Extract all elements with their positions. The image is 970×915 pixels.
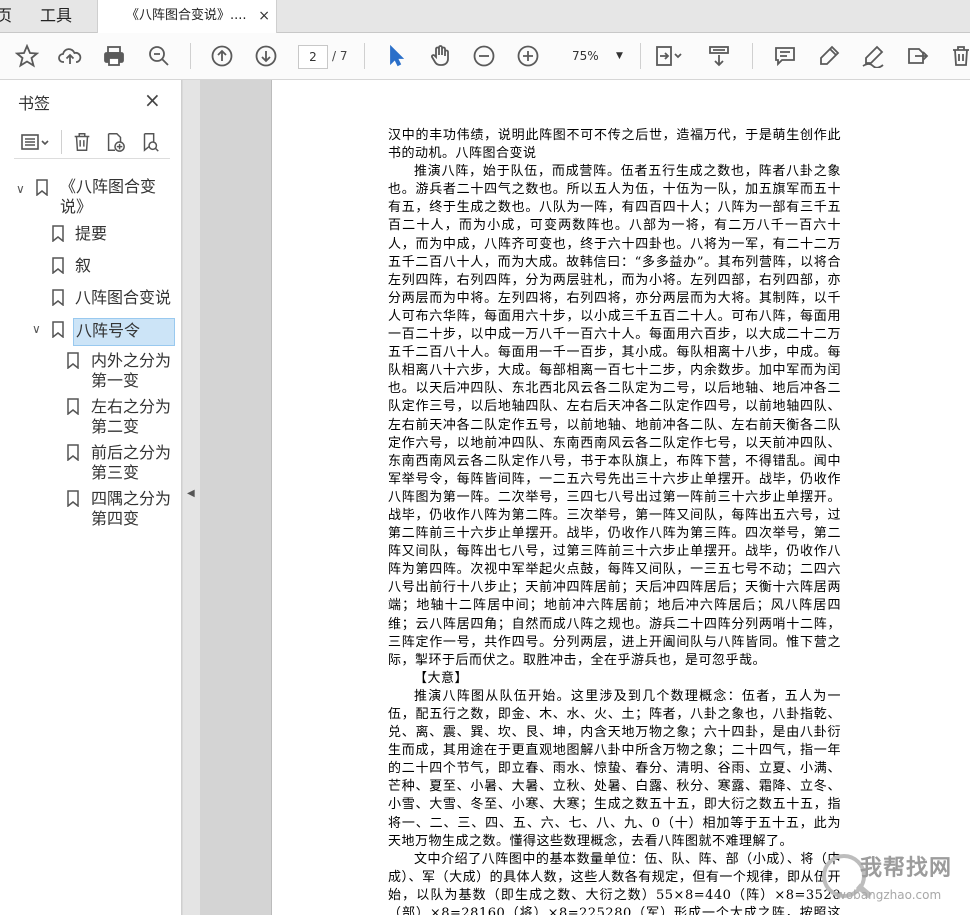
export-icon[interactable] (902, 41, 932, 71)
delete-icon[interactable] (946, 41, 970, 71)
bookmark-label-line2: 第一变 (91, 371, 140, 390)
toolbar-separator (190, 43, 191, 69)
highlight-icon[interactable] (814, 41, 844, 71)
bookmark-label-line2: 第二变 (91, 417, 140, 436)
document-paragraph: 推演八阵图从队伍开始。这里涉及到几个数理概念：伍者，五人为一伍，配五行之数，即金… (388, 688, 841, 849)
bookmark-icon (67, 444, 79, 462)
bookmark-item-bian3[interactable]: 前后之分为 第三变 (91, 443, 177, 483)
document-paragraph: 文中介绍了八阵图中的基本数量单位：伍、队、阵、部（小成）、将（中成）、军（大成）… (388, 851, 841, 915)
bookmark-label-line2: 说》 (60, 197, 93, 216)
tools-separator (61, 130, 62, 154)
collapse-caret-icon[interactable]: ∨ (16, 182, 25, 196)
bookmark-label: 提要 (75, 224, 108, 243)
toolbar-separator (640, 43, 641, 69)
bookmark-label-line2: 第四变 (91, 509, 140, 528)
bookmark-item-haoling[interactable]: 八阵号令 (73, 318, 175, 346)
page-down-icon[interactable] (251, 41, 281, 71)
bookmark-label-line2: 第三变 (91, 463, 140, 482)
toolbar-separator (752, 43, 753, 69)
page-total: / 7 (332, 49, 348, 63)
bookmark-icon (67, 398, 79, 416)
chevron-down-icon: ▼ (616, 51, 623, 61)
new-bookmark-icon[interactable] (102, 130, 128, 154)
bookmark-item-root[interactable]: 《八阵图合变 说》 (60, 177, 170, 217)
bookmark-label: 前后之分为 (91, 443, 172, 462)
bookmark-item-bian2[interactable]: 左右之分为 第二变 (91, 397, 177, 437)
document-paragraph: 汉中的丰功伟绩，说明此阵图不可不传之后世，造福万代，于是萌生创作此书的动机。八阵… (388, 128, 841, 162)
zoom-dropdown[interactable]: 75% ▼ (560, 45, 632, 67)
tab-tools[interactable]: 工具 (18, 0, 94, 32)
tab-close-icon[interactable]: × (258, 0, 270, 32)
bookmark-label: 叙 (75, 256, 92, 275)
tab-home[interactable]: 页 (0, 0, 14, 32)
fit-page-icon[interactable] (650, 41, 688, 71)
document-viewport[interactable]: 汉中的丰功伟绩，说明此阵图不可不传之后世，造福万代，于是萌生创作此书的动机。八阵… (200, 80, 970, 915)
bookmark-label: 四隅之分为 (91, 489, 172, 508)
collapse-caret-icon[interactable]: ∨ (32, 322, 41, 336)
comment-icon[interactable] (770, 41, 800, 71)
pdf-page: 汉中的丰功伟绩，说明此阵图不可不传之后世，造福万代，于是萌生创作此书的动机。八阵… (271, 80, 970, 915)
delete-bookmark-icon[interactable] (69, 130, 95, 154)
panel-collapse-handle[interactable]: ◀ (183, 80, 200, 915)
zoom-in-icon[interactable] (513, 41, 543, 71)
bookmark-icon (36, 179, 48, 197)
find-bookmark-icon[interactable] (137, 130, 163, 154)
bookmark-item-bian4[interactable]: 四隅之分为 第四变 (91, 489, 177, 529)
bookmark-label: 八阵号令 (76, 321, 141, 340)
bookmark-icon (52, 321, 64, 339)
zoom-value: 75% (572, 49, 599, 63)
page-up-icon[interactable] (207, 41, 237, 71)
zoom-search-icon[interactable] (144, 41, 174, 71)
bookmark-icon (52, 257, 64, 275)
document-paragraph: 【大意】 (414, 670, 469, 686)
tab-document-title: 《八阵图合变说》.... (126, 8, 247, 23)
bookmark-icon (52, 225, 64, 243)
print-icon[interactable] (99, 41, 129, 71)
site-watermark: 我帮找网 wobangzhao.com (818, 848, 968, 914)
document-paragraph: 推演八阵，始于队伍，而成营阵。伍者五行生成之数也，阵者八卦之象也。游兵者二十四气… (388, 164, 841, 668)
watermark-url: wobangzhao.com (836, 888, 942, 902)
sign-icon[interactable] (858, 41, 888, 71)
bookmark-label: 内外之分为 (91, 351, 172, 370)
bookmark-icon (52, 289, 64, 307)
bookmark-item-tiyao[interactable]: 提要 (75, 224, 165, 246)
collapse-arrow-icon: ◀ (187, 488, 195, 499)
cloud-upload-icon[interactable] (55, 41, 85, 71)
tab-document[interactable]: 《八阵图合变说》.... × (97, 0, 277, 33)
panel-title: 书签 (18, 94, 51, 113)
bookmark-item-bian1[interactable]: 内外之分为 第一变 (91, 351, 177, 391)
bookmark-item-hebianshuo[interactable]: 八阵图合变说 (75, 288, 179, 310)
page-text: 汉中的丰功伟绩，说明此阵图不可不传之后世，造福万代，于是萌生创作此书的动机。八阵… (388, 127, 841, 915)
bookmark-label: 左右之分为 (91, 397, 172, 416)
toolbar-separator (364, 43, 365, 69)
bookmark-icon (67, 490, 79, 508)
select-arrow-icon[interactable] (381, 41, 411, 71)
bookmark-item-xu[interactable]: 叙 (75, 256, 165, 278)
scroll-mode-icon[interactable] (704, 41, 734, 71)
bookmark-tools (14, 126, 170, 159)
panel-close-icon[interactable]: × (144, 88, 161, 112)
hand-icon[interactable] (425, 41, 455, 71)
tab-bar: 页 工具 《八阵图合变说》.... × (0, 0, 970, 33)
page-number-input[interactable]: 2 (298, 45, 328, 69)
zoom-out-icon[interactable] (469, 41, 499, 71)
star-icon[interactable] (12, 41, 42, 71)
bookmark-icon (67, 352, 79, 370)
bookmark-label: 《八阵图合变 (60, 177, 157, 196)
bookmark-label: 八阵图合变说 (75, 288, 172, 307)
watermark-text: 我帮找网 (860, 856, 953, 881)
toolbar: 2 / 7 75% ▼ (0, 33, 970, 80)
bookmarks-panel: 书签 × ∨ 《八阵图合变 说》 提要 叙 八阵图合变说 ∨ 八阵号令 内外之分… (0, 80, 182, 915)
options-menu-icon[interactable] (18, 130, 52, 154)
